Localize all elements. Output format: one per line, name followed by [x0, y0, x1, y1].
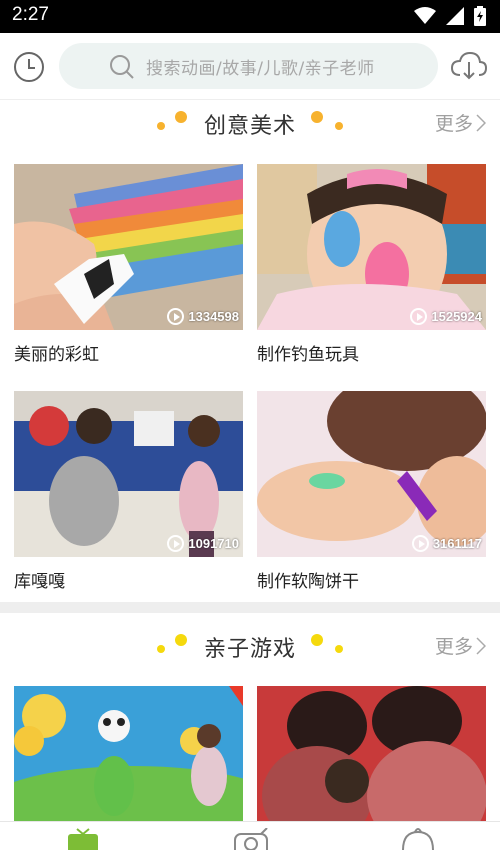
video-thumbnail: 1334598 [14, 164, 243, 330]
cloud-download-icon[interactable] [451, 50, 487, 82]
bottom-nav [0, 821, 500, 850]
video-thumbnail [257, 686, 486, 821]
video-card[interactable]: 1091710 库嘎嘎 [14, 391, 243, 592]
decor-dot [311, 111, 323, 123]
video-thumbnail: 1525924 [257, 164, 486, 330]
video-card[interactable] [257, 686, 486, 821]
section-title: 创意美术 [203, 114, 296, 139]
more-label: 更多 [434, 636, 473, 658]
section-divider [0, 602, 500, 613]
camera-icon[interactable] [233, 828, 269, 850]
video-title: 美丽的彩虹 [14, 345, 99, 365]
play-icon [167, 308, 185, 325]
thumbnail-image [14, 686, 243, 821]
signal-icon [446, 7, 464, 25]
video-title: 库嘎嘎 [14, 572, 65, 592]
status-bar: 2:27 [0, 0, 500, 33]
play-icon [410, 308, 428, 325]
decor-dot [311, 634, 323, 646]
chevron-right-icon [476, 113, 486, 132]
baby-icon[interactable] [400, 828, 436, 850]
view-count: 1334598 [167, 308, 239, 325]
status-time: 2:27 [12, 4, 49, 25]
search-bar[interactable]: 搜索动画/故事/儿歌/亲子老师 [59, 43, 438, 89]
thumbnail-image [257, 686, 486, 821]
video-title: 制作软陶饼干 [257, 572, 359, 592]
chevron-right-icon [476, 636, 486, 655]
play-icon [167, 535, 185, 552]
search-placeholder: 搜索动画/故事/儿歌/亲子老师 [146, 59, 375, 79]
view-count-value: 1334598 [188, 309, 239, 324]
video-thumbnail: 3161117 [257, 391, 486, 557]
view-count-value: 1525924 [431, 309, 482, 324]
more-label: 更多 [434, 113, 473, 135]
section-header-creative-art: 创意美术 更多 [0, 100, 500, 150]
thumbnail-image [257, 391, 486, 557]
section-header-parent-child-games: 亲子游戏 更多 [0, 623, 500, 673]
video-thumbnail: 1091710 [14, 391, 243, 557]
status-icons [414, 6, 486, 26]
view-count-value: 3161117 [432, 536, 482, 551]
more-link[interactable]: 更多 [435, 109, 486, 136]
decor-dot [335, 122, 343, 130]
view-count: 3161117 [411, 535, 482, 552]
history-icon[interactable] [13, 51, 45, 83]
wifi-icon [414, 7, 436, 24]
battery-icon [474, 6, 486, 26]
play-icon [411, 535, 429, 552]
video-card[interactable] [14, 686, 243, 821]
thumbnail-image [14, 391, 243, 557]
section-title: 亲子游戏 [203, 637, 296, 662]
video-title: 制作钓鱼玩具 [257, 345, 359, 365]
search-icon [110, 55, 134, 79]
view-count-value: 1091710 [188, 536, 239, 551]
video-card[interactable]: 1525924 制作钓鱼玩具 [257, 164, 486, 365]
view-count: 1091710 [167, 535, 239, 552]
thumbnail-image [257, 164, 486, 330]
tv-icon[interactable] [67, 828, 99, 850]
video-thumbnail [14, 686, 243, 821]
video-card[interactable]: 1334598 美丽的彩虹 [14, 164, 243, 365]
decor-dot [335, 645, 343, 653]
thumbnail-image [14, 164, 243, 330]
video-card[interactable]: 3161117 制作软陶饼干 [257, 391, 486, 592]
top-bar: 搜索动画/故事/儿歌/亲子老师 [0, 33, 500, 100]
view-count: 1525924 [410, 308, 482, 325]
more-link[interactable]: 更多 [435, 632, 486, 659]
